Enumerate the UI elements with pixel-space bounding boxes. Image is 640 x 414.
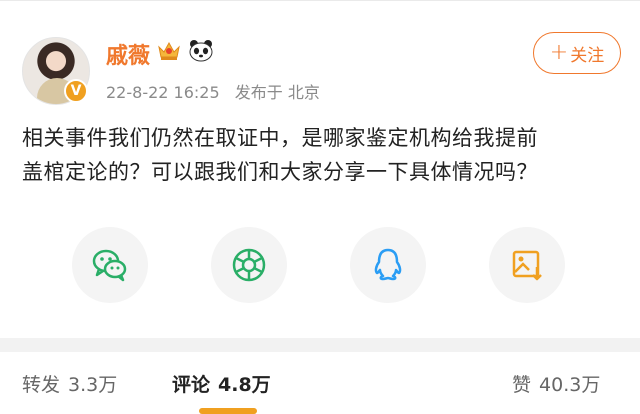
weibo-post-card: V 戚薇 22-8-22 16:25 发布于 北京 + 关注 相关事件我们仍然在… (0, 0, 640, 338)
qq-icon (374, 248, 402, 281)
follow-label: 关注 (570, 45, 605, 66)
post-content-line: 盖棺定论的？可以跟我们和大家分享一下具体情况吗？ (22, 160, 538, 184)
share-bar (72, 227, 572, 303)
save-image-icon (512, 250, 542, 281)
like-count: 40.3万 (539, 374, 601, 396)
share-wechat-button[interactable] (72, 227, 148, 303)
repost-count: 3.3万 (68, 374, 118, 396)
active-tab-indicator (199, 408, 257, 414)
follow-button[interactable]: + 关注 (533, 32, 621, 74)
wechat-icon (92, 249, 127, 282)
plus-icon: + (549, 40, 569, 65)
author-name[interactable]: 戚薇 (106, 38, 150, 70)
share-qq-button[interactable] (350, 227, 426, 303)
share-moments-button[interactable] (211, 227, 287, 303)
repost-label: 转发 (22, 374, 61, 396)
post-content: 相关事件我们仍然在取证中，是哪家鉴定机构给我提前 盖棺定论的？可以跟我们和大家分… (22, 121, 622, 189)
comment-count: 4.8万 (218, 374, 271, 396)
tab-comment[interactable]: 评论 4.8万 (172, 370, 271, 397)
like-label: 赞 (512, 374, 532, 396)
verified-badge: V (64, 79, 88, 103)
tab-like[interactable]: 赞 40.3万 (512, 370, 600, 397)
tab-repost[interactable]: 转发 3.3万 (22, 370, 117, 397)
section-divider (0, 338, 640, 352)
engagement-tabs: 转发 3.3万 评论 4.8万 赞 40.3万 (0, 352, 640, 414)
crown-icon (158, 41, 180, 60)
moments-icon (232, 248, 266, 282)
post-location: 发布于 北京 (234, 83, 320, 102)
post-timestamp: 22-8-22 16:25 (106, 83, 220, 102)
post-content-line: 相关事件我们仍然在取证中，是哪家鉴定机构给我提前 (22, 126, 538, 150)
panda-icon (189, 40, 213, 62)
post-meta: 22-8-22 16:25 发布于 北京 (106, 79, 330, 103)
save-image-button[interactable] (489, 227, 565, 303)
comment-label: 评论 (172, 374, 211, 396)
